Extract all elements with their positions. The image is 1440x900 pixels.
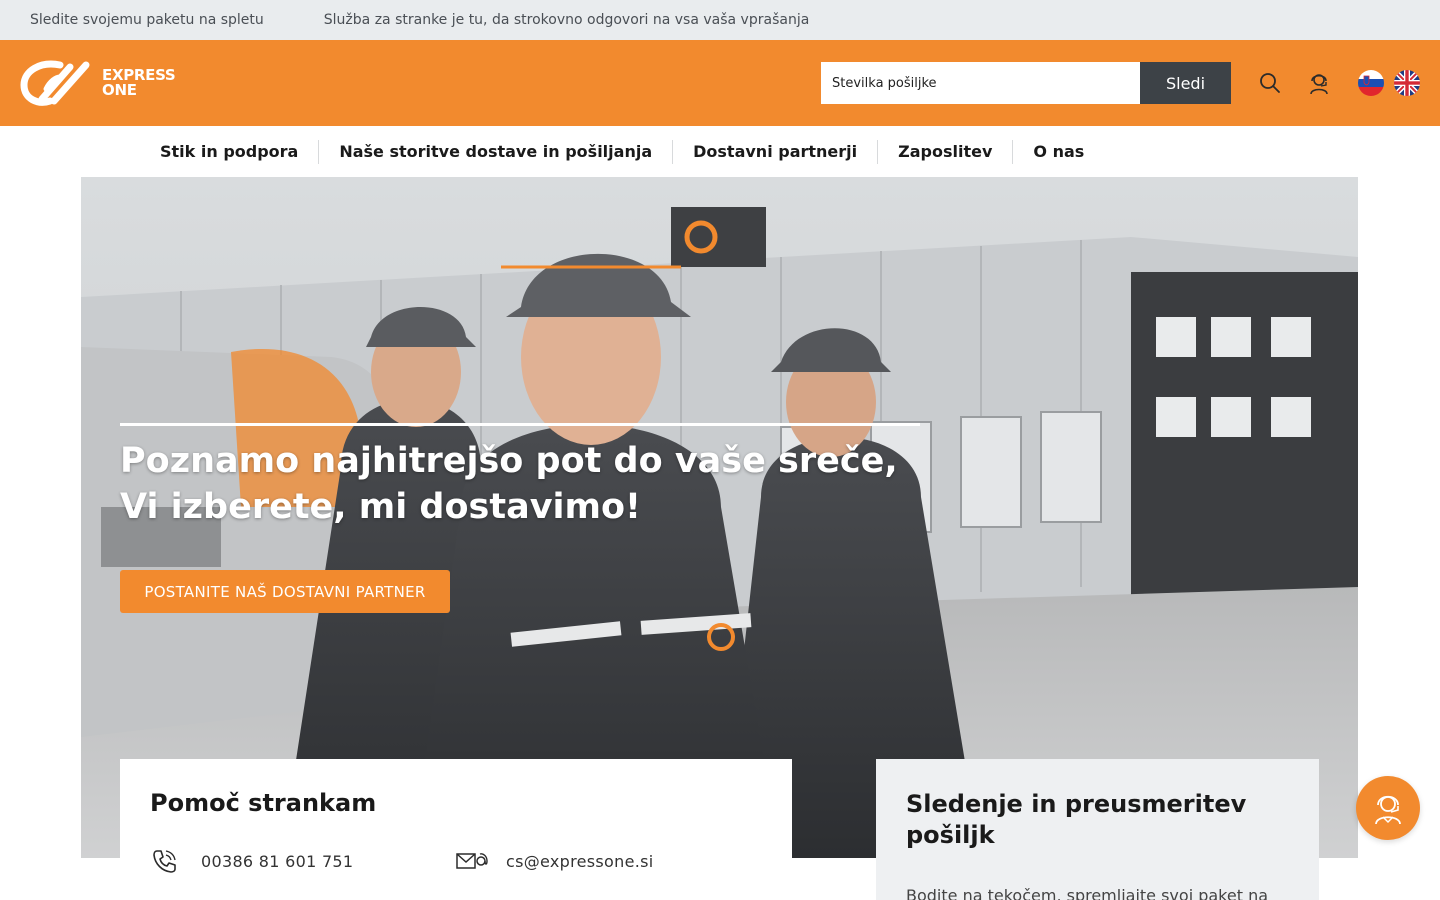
email-icon	[456, 848, 492, 874]
flag-slovenia-icon[interactable]	[1358, 70, 1384, 96]
phone-contact[interactable]: 00386 81 601 751	[151, 848, 353, 874]
hero-divider	[120, 423, 920, 426]
phone-icon	[151, 848, 187, 874]
nav-item-about[interactable]: O nas	[1013, 140, 1104, 164]
tracking-form: Sledi	[821, 62, 1231, 104]
become-partner-button[interactable]: POSTANITE NAŠ DOSTAVNI PARTNER	[120, 570, 450, 613]
logo-mark-icon	[20, 60, 90, 106]
support-agent-icon	[1375, 795, 1401, 825]
logo[interactable]: EXPRESS ONE	[20, 59, 182, 107]
tracking-card-text: Bodite na tekočem, spremljajte svoj pake…	[906, 886, 1269, 900]
tracking-card-title: Sledenje in preusmeritev pošiljk	[906, 790, 1247, 849]
main-nav: Stik in podpora Naše storitve dostave in…	[0, 126, 1440, 177]
tracking-number-input[interactable]	[821, 62, 1140, 104]
track-button[interactable]: Sledi	[1140, 62, 1231, 104]
nav-item-delivery-partners[interactable]: Dostavni partnerji	[673, 139, 879, 164]
top-bar: Sledite svojemu paketu na spletu Služba …	[0, 0, 1440, 40]
email-address: cs@expressone.si	[506, 851, 654, 871]
nav-item-services[interactable]: Naše storitve dostave in pošiljanja	[319, 139, 674, 164]
search-icon[interactable]	[1258, 70, 1282, 96]
header: EXPRESS ONE Sledi	[0, 40, 1440, 126]
track-online-link[interactable]: Sledite svojemu paketu na spletu	[30, 12, 264, 28]
nav-item-contact-support[interactable]: Stik in podpora	[140, 139, 320, 164]
flag-uk-icon[interactable]	[1394, 70, 1420, 96]
customer-help-card: Pomoč strankam	[120, 759, 792, 900]
logo-text: EXPRESS ONE	[102, 66, 176, 99]
support-agent-icon[interactable]	[1307, 70, 1331, 96]
email-contact[interactable]: cs@expressone.si	[456, 848, 654, 874]
support-chat-button[interactable]	[1356, 776, 1420, 840]
customer-help-title: Pomoč strankam	[150, 789, 377, 817]
phone-number: 00386 81 601 751	[201, 851, 354, 871]
customer-service-link[interactable]: Služba za stranke je tu, da strokovno od…	[324, 12, 810, 28]
nav-item-careers[interactable]: Zaposlitev	[878, 139, 1014, 164]
hero-banner: Poznamo najhitrejšo pot do vaše sreče, V…	[81, 177, 1358, 858]
tracking-redirect-card: Sledenje in preusmeritev pošiljk Bodite …	[876, 759, 1319, 900]
hero-title: Poznamo najhitrejšo pot do vaše sreče, V…	[120, 441, 898, 527]
